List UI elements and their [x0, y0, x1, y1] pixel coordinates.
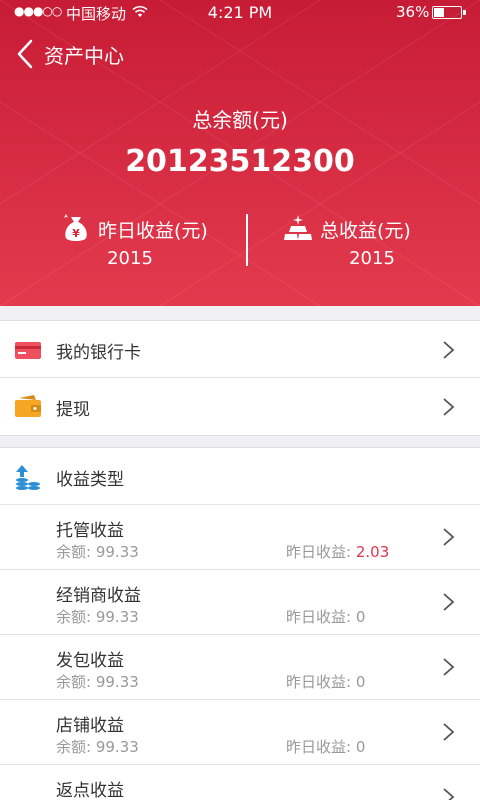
asset-header: ●●●○○ 中国移动 4:21 PM 36% 资产中心 总余额(元) 20123…: [0, 0, 480, 306]
status-bar: ●●●○○ 中国移动 4:21 PM 36%: [0, 0, 480, 24]
earnings-types-title: 收益类型: [56, 470, 124, 490]
earnings-item-yesterday: 昨日收益: 0: [286, 608, 366, 626]
earnings-item-yesterday: 昨日收益: 2.03: [286, 543, 390, 561]
battery-percent: 36%: [396, 3, 430, 21]
earnings-item-name: 经销商收益: [56, 586, 141, 606]
earnings-item-yesterday: 昨日收益: 0: [286, 673, 366, 691]
gold-bars-icon: [284, 215, 312, 240]
battery-level: [434, 8, 445, 17]
chevron-right-icon: [443, 528, 455, 546]
menu-item-withdraw[interactable]: 提现: [0, 378, 480, 435]
earnings-item-outsource[interactable]: 发包收益 余额: 99.33 昨日收益: 0: [0, 635, 480, 700]
total-earnings-value: 2015: [349, 248, 395, 269]
earnings-item-balance: 余额: 99.33: [56, 738, 139, 756]
chevron-left-icon: [17, 39, 33, 69]
yesterday-earnings-value: 2015: [107, 248, 153, 269]
chevron-right-icon: [443, 658, 455, 676]
earnings-item-shop[interactable]: 店铺收益 余额: 99.33 昨日收益: 0: [0, 700, 480, 765]
yesterday-earnings: ¥ 昨日收益(元) 2015: [60, 212, 240, 272]
chevron-right-icon: [443, 593, 455, 611]
chevron-right-icon: [443, 788, 455, 800]
total-earnings: 总收益(元) 2015: [282, 212, 462, 272]
menu-item-label: 我的银行卡: [56, 343, 141, 363]
coins-up-icon: [16, 465, 40, 490]
money-bag-icon: ¥: [64, 214, 87, 241]
earnings-item-name: 托管收益: [56, 521, 124, 541]
svg-text:¥: ¥: [72, 227, 80, 240]
earnings-types-list: 收益类型 托管收益 余额: 99.33 昨日收益: 2.03 经销商收益 余额:…: [0, 447, 480, 800]
total-earnings-label: 总收益(元): [320, 220, 411, 242]
earnings-divider: [246, 214, 248, 266]
earnings-item-name: 发包收益: [56, 651, 124, 671]
earnings-item-custody[interactable]: 托管收益 余额: 99.33 昨日收益: 2.03: [0, 505, 480, 570]
earnings-item-name: 店铺收益: [56, 716, 124, 736]
account-menu: 我的银行卡 提现: [0, 320, 480, 436]
earnings-item-name: 返点收益: [56, 781, 124, 800]
earnings-item-balance: 余额: 99.33: [56, 608, 139, 626]
earnings-types-header: 收益类型: [0, 448, 480, 505]
wallet-icon: [15, 395, 41, 417]
yesterday-earnings-label: 昨日收益(元): [98, 220, 208, 242]
nav-bar: 资产中心: [0, 30, 480, 74]
page-title: 资产中心: [44, 44, 124, 68]
total-balance-label: 总余额(元): [192, 108, 288, 132]
total-balance-amount: 20123512300: [125, 144, 355, 179]
menu-item-label: 提现: [56, 400, 90, 420]
earnings-item-rebate[interactable]: 返点收益: [0, 765, 480, 800]
menu-item-bank-card[interactable]: 我的银行卡: [0, 321, 480, 378]
chevron-right-icon: [443, 398, 455, 416]
earnings-item-dealer[interactable]: 经销商收益 余额: 99.33 昨日收益: 0: [0, 570, 480, 635]
earnings-item-yesterday: 昨日收益: 0: [286, 738, 366, 756]
earnings-item-balance: 余额: 99.33: [56, 543, 139, 561]
battery-icon: [432, 6, 466, 19]
chevron-right-icon: [443, 723, 455, 741]
bank-card-icon: [15, 342, 41, 359]
earnings-item-balance: 余额: 99.33: [56, 673, 139, 691]
chevron-right-icon: [443, 341, 455, 359]
